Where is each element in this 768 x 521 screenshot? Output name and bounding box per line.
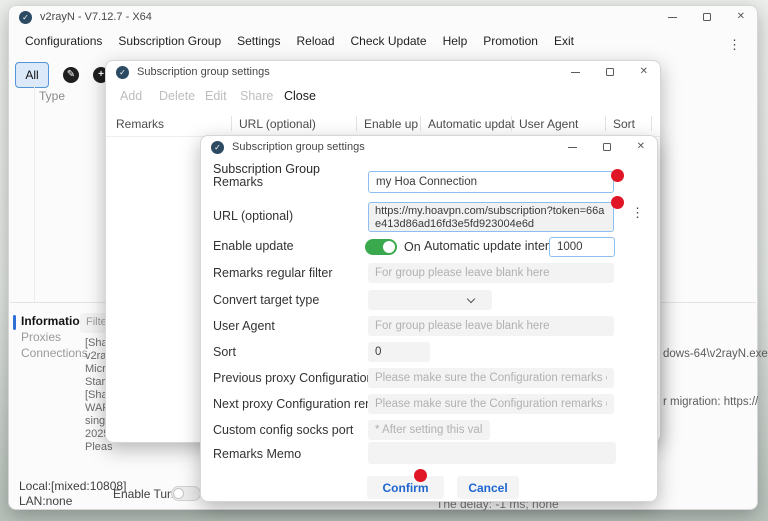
column-divider	[231, 116, 232, 131]
column-divider	[420, 116, 421, 131]
confirm-button[interactable]: Confirm	[367, 476, 444, 499]
close-icon[interactable]: ✕	[737, 12, 745, 22]
convert-target-select[interactable]	[368, 290, 492, 310]
remarks-input[interactable]	[368, 171, 614, 193]
list-menu-close[interactable]: Close	[284, 89, 316, 103]
tab-all-groups[interactable]: All	[15, 62, 49, 88]
log-output-right-1: dows-64\v2rayN.exe |	[663, 348, 768, 360]
url-more-options-icon[interactable]: ⋮	[631, 205, 644, 221]
column-remarks[interactable]: Remarks	[116, 117, 164, 131]
column-url[interactable]: URL (optional)	[239, 117, 316, 131]
menu-exit[interactable]: Exit	[546, 30, 582, 52]
selected-tab-indicator	[13, 315, 16, 330]
dialog1-title: Subscription group settings	[137, 66, 270, 78]
next-proxy-input[interactable]	[368, 394, 614, 414]
menu-bar: Configurations Subscription Group Settin…	[9, 28, 757, 54]
interval-input[interactable]	[549, 237, 615, 257]
maximize-icon[interactable]	[603, 143, 611, 151]
overflow-menu-icon[interactable]: ⋮	[728, 37, 741, 53]
v2rayn-logo-icon: ✓	[19, 11, 32, 24]
chevron-down-icon	[467, 294, 475, 302]
remarks-label: Remarks	[213, 175, 263, 189]
toggle-state-label: On	[404, 240, 421, 254]
column-enable-update[interactable]: Enable up	[364, 117, 418, 131]
remarks-memo-label: Remarks Memo	[213, 447, 301, 461]
column-sort[interactable]: Sort	[613, 117, 635, 131]
close-icon[interactable]: ✕	[637, 142, 645, 152]
annotation-dot-url	[611, 196, 624, 209]
annotation-dot-confirm	[414, 469, 427, 482]
url-label: URL (optional)	[213, 209, 293, 223]
minimize-icon[interactable]	[668, 17, 677, 18]
section-title: Subscription Group	[213, 162, 320, 176]
dialog2-title: Subscription group settings	[232, 141, 365, 153]
list-menu-share[interactable]: Share	[240, 89, 273, 103]
column-automatic-update[interactable]: Automatic updat	[428, 117, 515, 131]
minimize-icon[interactable]	[568, 147, 577, 148]
cancel-button[interactable]: Cancel	[457, 476, 519, 499]
column-divider	[605, 116, 606, 131]
v2rayn-logo-icon: ✓	[211, 141, 224, 154]
socks-port-input[interactable]	[368, 420, 490, 440]
convert-target-label: Convert target type	[213, 293, 319, 307]
maximize-icon[interactable]	[703, 13, 711, 21]
user-agent-label: User Agent	[213, 319, 275, 333]
menu-help[interactable]: Help	[435, 30, 476, 52]
status-lan: LAN:none	[19, 494, 72, 508]
socks-port-label: Custom config socks port	[213, 423, 353, 437]
user-agent-input[interactable]	[368, 316, 614, 336]
menu-configurations[interactable]: Configurations	[17, 30, 110, 52]
list-menu-edit[interactable]: Edit	[205, 89, 227, 103]
sort-input[interactable]	[368, 342, 430, 362]
annotation-dot-remarks	[611, 169, 624, 182]
tab-connections[interactable]: Connections	[21, 346, 88, 360]
column-divider	[511, 116, 512, 131]
menu-subscription-group[interactable]: Subscription Group	[110, 30, 229, 52]
column-user-agent[interactable]: User Agent	[519, 117, 578, 131]
menu-check-update[interactable]: Check Update	[343, 30, 435, 52]
main-titlebar[interactable]: ✓ v2rayN - V7.12.7 - X64 ✕	[9, 6, 757, 28]
regular-filter-input[interactable]	[368, 263, 614, 283]
v2rayn-logo-icon: ✓	[116, 66, 129, 79]
enable-tun-label: Enable Tun	[113, 487, 174, 501]
sort-label: Sort	[213, 345, 236, 359]
minimize-icon[interactable]	[571, 72, 580, 73]
edit-group-icon[interactable]: ✎	[63, 67, 79, 83]
status-local: Local:[mixed:10808]	[19, 479, 126, 493]
list-menu-delete[interactable]: Delete	[159, 89, 195, 103]
subscription-edit-dialog: ✓ Subscription group settings ✕ Subscrip…	[200, 135, 658, 502]
toggle-knob	[383, 241, 395, 253]
menu-settings[interactable]: Settings	[229, 30, 288, 52]
enable-update-toggle[interactable]	[365, 239, 397, 255]
desktop: ✓ v2rayN - V7.12.7 - X64 ✕ Configuration…	[0, 0, 768, 521]
type-column-header: Type	[39, 89, 65, 103]
enable-tun-toggle[interactable]	[171, 486, 201, 501]
window-title: v2rayN - V7.12.7 - X64	[40, 11, 152, 23]
prev-proxy-input[interactable]	[368, 368, 614, 388]
tab-proxies[interactable]: Proxies	[21, 330, 61, 344]
remarks-memo-input[interactable]	[368, 442, 616, 464]
maximize-icon[interactable]	[606, 68, 614, 76]
list-column-divider	[34, 84, 35, 302]
column-divider	[356, 116, 357, 131]
log-output-right-2: r migration: https://	[663, 396, 758, 408]
url-input[interactable]: https://my.hoavpn.com/subscription?token…	[368, 202, 614, 232]
menu-reload[interactable]: Reload	[288, 30, 342, 52]
menu-promotion[interactable]: Promotion	[475, 30, 546, 52]
close-icon[interactable]: ✕	[640, 67, 648, 77]
enable-update-label: Enable update	[213, 239, 294, 253]
log-line: Pleas	[85, 441, 114, 454]
dialog1-titlebar[interactable]: ✓ Subscription group settings ✕	[106, 61, 660, 83]
toggle-knob	[173, 488, 184, 499]
list-header-row: Remarks URL (optional) Enable up Automat…	[106, 111, 660, 137]
list-menu-add[interactable]: Add	[120, 89, 142, 103]
column-divider	[651, 116, 652, 131]
regular-filter-label: Remarks regular filter	[213, 266, 332, 280]
tab-information[interactable]: Information	[21, 314, 87, 328]
dialog2-titlebar[interactable]: ✓ Subscription group settings ✕	[201, 136, 657, 158]
